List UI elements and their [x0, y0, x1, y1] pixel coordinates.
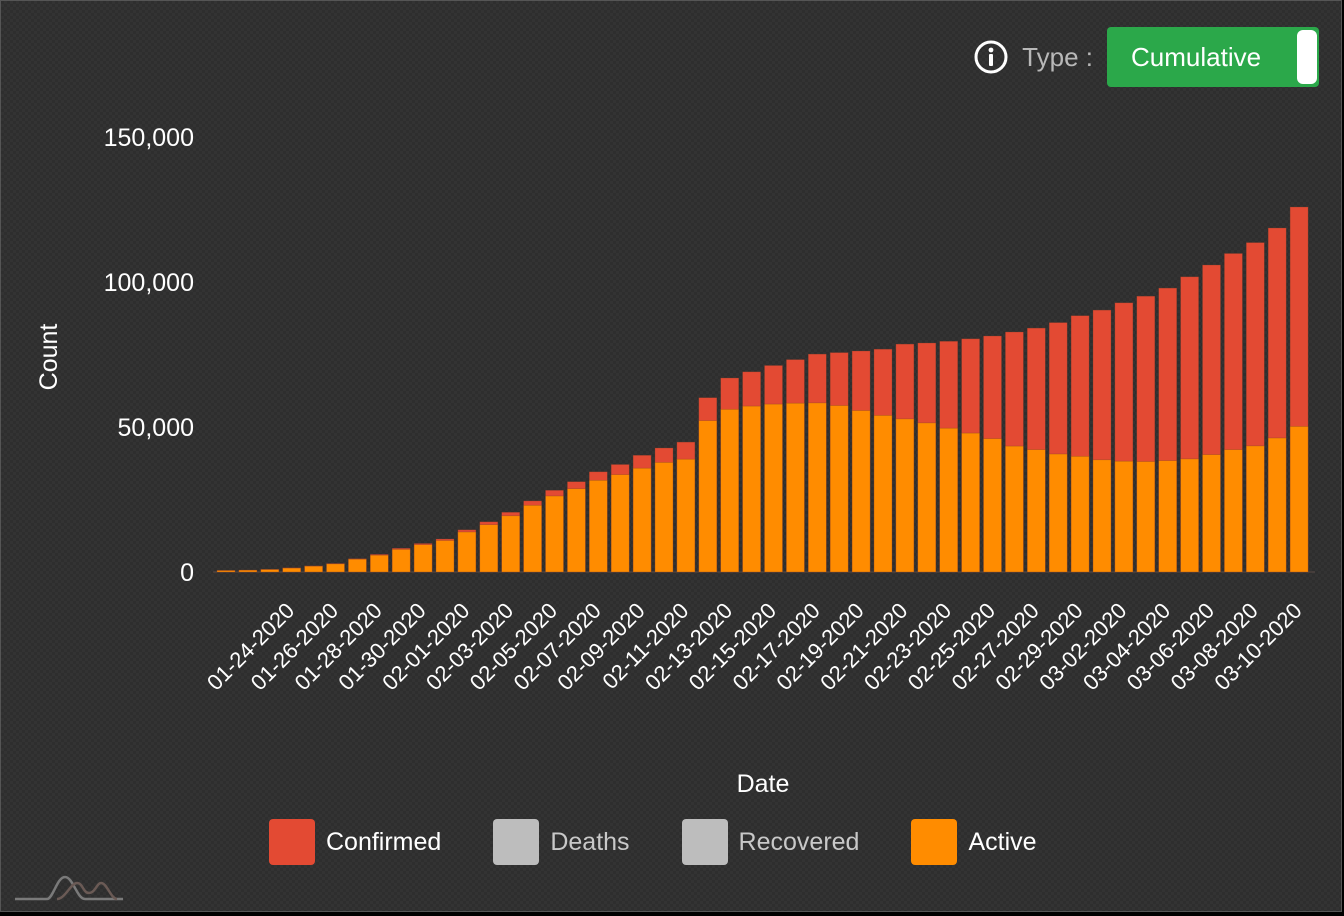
- bar-active[interactable]: [1180, 458, 1199, 573]
- bar-active[interactable]: [457, 531, 477, 573]
- bar-active[interactable]: [523, 504, 542, 573]
- bar-active[interactable]: [326, 563, 345, 573]
- x-axis-label: Date: [737, 770, 790, 798]
- bar-active[interactable]: [764, 403, 783, 573]
- bar-active[interactable]: [588, 479, 608, 573]
- bar-active[interactable]: [435, 540, 455, 573]
- bar-chart: Count Date 050,000100,000150,000 01-24-2…: [35, 124, 1315, 798]
- bar-active[interactable]: [917, 422, 937, 573]
- bar-active[interactable]: [1027, 449, 1046, 573]
- legend-label: Confirmed: [326, 827, 442, 856]
- legend-item-active[interactable]: Active: [911, 819, 1037, 865]
- bar-active[interactable]: [939, 427, 959, 573]
- legend-item-deaths[interactable]: Deaths: [493, 819, 630, 865]
- bar-active[interactable]: [282, 567, 302, 573]
- legend-item-confirmed[interactable]: Confirmed: [269, 819, 441, 865]
- bar-active[interactable]: [501, 515, 521, 573]
- bar-active[interactable]: [1267, 437, 1287, 573]
- bar-active[interactable]: [348, 558, 367, 573]
- chart-panel: Type : Cumulative Count Date 0 50,000 100,…: [0, 0, 1342, 912]
- y-tick-label: 0: [180, 559, 194, 587]
- bar-active[interactable]: [895, 418, 915, 573]
- bar-active[interactable]: [698, 420, 718, 573]
- bar-active[interactable]: [720, 408, 740, 573]
- legend: Confirmed Deaths Recovered Active: [269, 819, 1089, 865]
- bar-active[interactable]: [1246, 445, 1265, 573]
- y-tick-label: 100,000: [104, 269, 194, 297]
- bar-active[interactable]: [1289, 426, 1309, 573]
- legend-swatch: [681, 819, 728, 865]
- bar-active[interactable]: [391, 549, 411, 573]
- bar-active[interactable]: [216, 570, 236, 573]
- legend-label: Deaths: [550, 827, 630, 856]
- bar-active[interactable]: [676, 458, 696, 573]
- bar-active[interactable]: [829, 405, 849, 573]
- bar-active[interactable]: [1048, 453, 1068, 573]
- bar-active[interactable]: [545, 495, 564, 573]
- bar-active[interactable]: [632, 467, 652, 573]
- y-axis-label: Count: [35, 324, 63, 391]
- bar-active[interactable]: [610, 474, 630, 573]
- bar-active[interactable]: [786, 402, 805, 573]
- bar-active[interactable]: [260, 569, 280, 573]
- y-tick-label: 150,000: [104, 124, 194, 152]
- bar-active[interactable]: [1005, 445, 1024, 573]
- bar-active[interactable]: [567, 488, 586, 573]
- bar-active[interactable]: [654, 462, 674, 573]
- bar-active[interactable]: [851, 410, 871, 573]
- bar-active[interactable]: [742, 405, 761, 573]
- bar-active[interactable]: [807, 402, 827, 573]
- bar-active[interactable]: [983, 438, 1002, 573]
- y-tick-label: 50,000: [118, 414, 194, 442]
- legend-swatch: [493, 819, 540, 865]
- bar-active[interactable]: [369, 554, 389, 573]
- bar-active[interactable]: [479, 524, 499, 573]
- legend-label: Active: [968, 827, 1037, 856]
- logo-icon: [13, 869, 125, 908]
- bar-active[interactable]: [1202, 454, 1221, 573]
- bar-active[interactable]: [413, 544, 433, 573]
- bar-active[interactable]: [1092, 459, 1112, 573]
- legend-item-recovered[interactable]: Recovered: [681, 819, 860, 865]
- bar-active[interactable]: [961, 432, 980, 573]
- bar-active[interactable]: [1070, 455, 1090, 573]
- bar-active[interactable]: [1158, 460, 1177, 573]
- bar-active[interactable]: [1114, 460, 1134, 573]
- bar-active[interactable]: [873, 415, 893, 573]
- legend-swatch: [911, 819, 958, 865]
- bar-active[interactable]: [238, 569, 258, 573]
- bar-active[interactable]: [1136, 461, 1156, 573]
- legend-swatch: [269, 819, 315, 865]
- legend-label: Recovered: [738, 827, 860, 856]
- bar-active[interactable]: [304, 565, 323, 573]
- bar-active[interactable]: [1224, 449, 1243, 573]
